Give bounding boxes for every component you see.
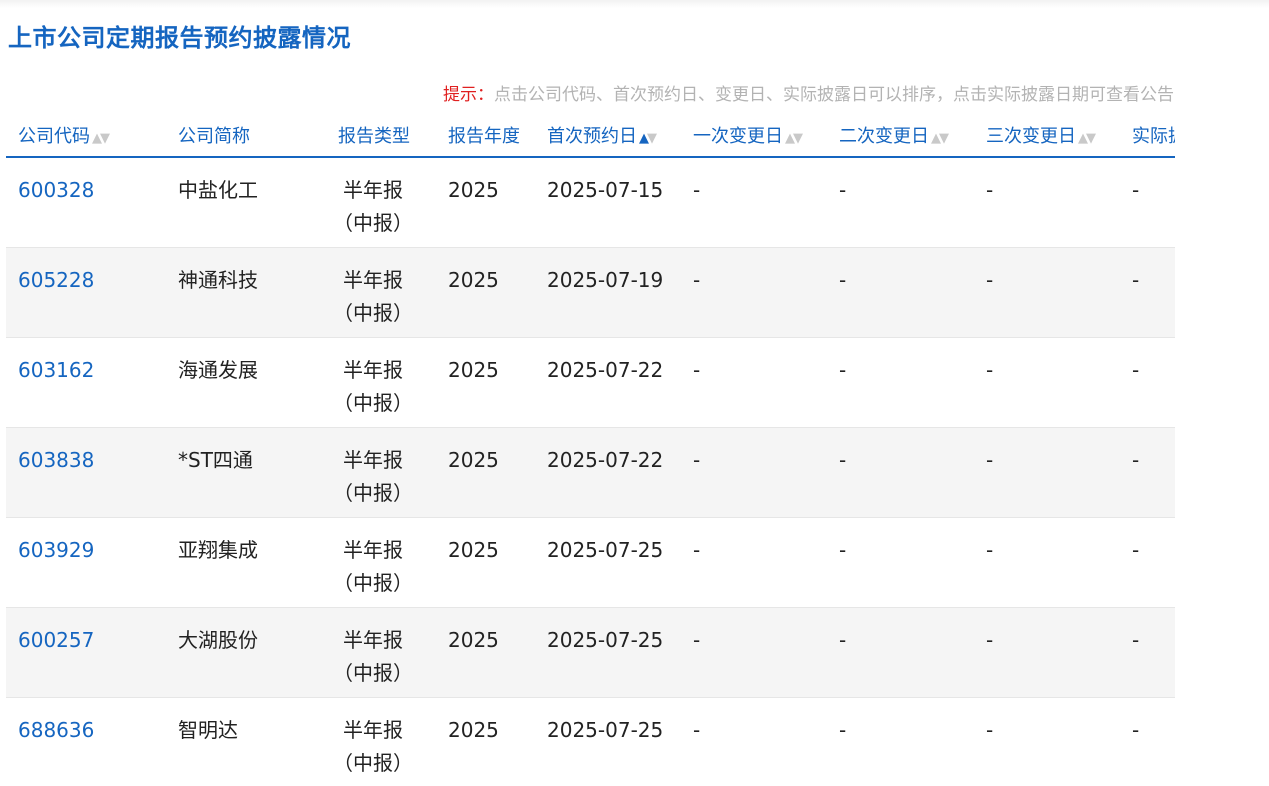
company-name: 神通科技 [178, 268, 258, 292]
sort-icon: ▲▼ [931, 131, 949, 146]
table-grid: 公司代码 ▲▼ 公司简称 报告类型 报告年度 首次预约日 ▲▼ 一次变更日 ▲▼ 二次… [6, 112, 1175, 786]
table-row: 605228 神通科技 半年报 （中报） 2025 2025-07-19 - - … [6, 248, 1175, 338]
report-year: 2025 [448, 268, 499, 292]
company-code-link[interactable]: 603162 [18, 358, 94, 382]
change3-date: - [986, 718, 994, 742]
change3-date: - [986, 358, 994, 382]
table-row: 600328 中盐化工 半年报 （中报） 2025 2025-07-15 - - … [6, 158, 1175, 248]
change2-date: - [839, 628, 847, 652]
first-date: 2025-07-25 [547, 628, 664, 652]
actual-date: - [1132, 358, 1140, 382]
company-code-link[interactable]: 603929 [18, 538, 94, 562]
company-name: 亚翔集成 [178, 538, 258, 562]
change2-date: - [839, 358, 847, 382]
top-strip [0, 0, 1269, 8]
first-date: 2025-07-25 [547, 718, 664, 742]
sort-icon: ▲▼ [785, 131, 803, 146]
sort-icon: ▲▼ [639, 131, 657, 146]
report-type: 半年报 （中报） [333, 178, 413, 235]
col-header-type: 报告类型 [338, 126, 410, 147]
sort-icon: ▲▼ [1078, 131, 1096, 146]
change1-date: - [693, 538, 701, 562]
change1-date: - [693, 718, 701, 742]
first-date: 2025-07-25 [547, 538, 664, 562]
company-name: 大湖股份 [178, 628, 258, 652]
report-year: 2025 [448, 718, 499, 742]
report-year: 2025 [448, 628, 499, 652]
report-type: 半年报 （中报） [333, 718, 413, 775]
report-type: 半年报 （中报） [333, 268, 413, 325]
report-type: 半年报 （中报） [333, 448, 413, 505]
company-code-link[interactable]: 600257 [18, 628, 94, 652]
table-row: 603929 亚翔集成 半年报 （中报） 2025 2025-07-25 - - … [6, 518, 1175, 608]
actual-date: - [1132, 538, 1140, 562]
table-row: 688636 智明达 半年报 （中报） 2025 2025-07-25 - - -… [6, 698, 1175, 786]
hint-text: 提示：点击公司代码、首次预约日、变更日、实际披露日可以排序，点击实际披露日期可查… [443, 80, 1174, 105]
change1-date: - [693, 448, 701, 472]
company-name: 智明达 [178, 718, 238, 742]
col-header-change1[interactable]: 一次变更日 ▲▼ [693, 122, 803, 148]
first-date: 2025-07-22 [547, 358, 664, 382]
report-year: 2025 [448, 538, 499, 562]
company-code-link[interactable]: 600328 [18, 178, 94, 202]
report-type: 半年报 （中报） [333, 628, 413, 685]
actual-date: - [1132, 178, 1140, 202]
first-date: 2025-07-15 [547, 178, 664, 202]
company-name: 海通发展 [178, 358, 258, 382]
hint-label: 提示： [443, 85, 494, 105]
company-code-link[interactable]: 603838 [18, 448, 94, 472]
actual-date: - [1132, 448, 1140, 472]
col-header-first-date[interactable]: 首次预约日 ▲▼ [547, 122, 657, 148]
col-header-code[interactable]: 公司代码 ▲▼ [18, 122, 110, 148]
change2-date: - [839, 448, 847, 472]
table-row: 603838 *ST四通 半年报 （中报） 2025 2025-07-22 - -… [6, 428, 1175, 518]
col-header-actual[interactable]: 实际披 [1132, 122, 1175, 148]
change3-date: - [986, 628, 994, 652]
change2-date: - [839, 268, 847, 292]
change1-date: - [693, 178, 701, 202]
change3-date: - [986, 448, 994, 472]
company-name: *ST四通 [178, 448, 253, 472]
col-header-year: 报告年度 [448, 126, 520, 147]
actual-date: - [1132, 628, 1140, 652]
change3-date: - [986, 178, 994, 202]
col-header-change2[interactable]: 二次变更日 ▲▼ [839, 122, 949, 148]
report-type: 半年报 （中报） [333, 538, 413, 595]
table-row: 603162 海通发展 半年报 （中报） 2025 2025-07-22 - - … [6, 338, 1175, 428]
col-header-change3[interactable]: 三次变更日 ▲▼ [986, 122, 1096, 148]
change2-date: - [839, 178, 847, 202]
disclosure-table: 公司代码 ▲▼ 公司简称 报告类型 报告年度 首次预约日 ▲▼ 一次变更日 ▲▼ 二次… [6, 112, 1175, 786]
page-title: 上市公司定期报告预约披露情况 [8, 24, 351, 52]
hint-body: 点击公司代码、首次预约日、变更日、实际披露日可以排序，点击实际披露日期可查看公告 [494, 85, 1174, 105]
company-code-link[interactable]: 605228 [18, 268, 94, 292]
change1-date: - [693, 358, 701, 382]
change1-date: - [693, 628, 701, 652]
company-code-link[interactable]: 688636 [18, 718, 94, 742]
actual-date: - [1132, 718, 1140, 742]
first-date: 2025-07-22 [547, 448, 664, 472]
change3-date: - [986, 268, 994, 292]
change1-date: - [693, 268, 701, 292]
table-header: 公司代码 ▲▼ 公司简称 报告类型 报告年度 首次预约日 ▲▼ 一次变更日 ▲▼ 二次… [6, 112, 1175, 158]
change2-date: - [839, 538, 847, 562]
actual-date: - [1132, 268, 1140, 292]
change3-date: - [986, 538, 994, 562]
first-date: 2025-07-19 [547, 268, 664, 292]
report-type: 半年报 （中报） [333, 358, 413, 415]
table-row: 600257 大湖股份 半年报 （中报） 2025 2025-07-25 - - … [6, 608, 1175, 698]
sort-icon: ▲▼ [92, 131, 110, 146]
change2-date: - [839, 718, 847, 742]
report-year: 2025 [448, 358, 499, 382]
report-year: 2025 [448, 448, 499, 472]
company-name: 中盐化工 [178, 178, 258, 202]
report-year: 2025 [448, 178, 499, 202]
col-header-name: 公司简称 [178, 126, 250, 147]
